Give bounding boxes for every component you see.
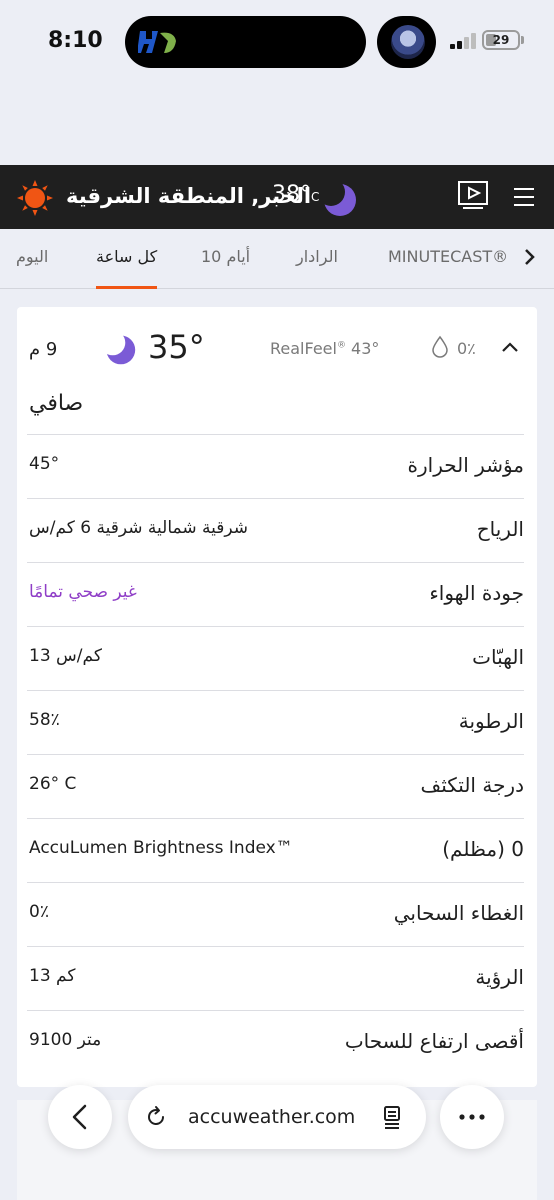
detail-row-cloud-ceiling: 9100 متر أقصى ارتفاع للسحاب (27, 1010, 524, 1073)
hour-temperature: 35° (148, 328, 205, 366)
raindrop-icon (432, 335, 448, 358)
detail-value: 0 (مظلم) (442, 837, 524, 861)
tab-today[interactable]: اليوم (16, 247, 48, 266)
chevron-right-icon[interactable] (522, 248, 536, 266)
accuweather-sun-icon[interactable] (16, 179, 54, 217)
reader-icon[interactable] (380, 1105, 404, 1129)
moon-icon (324, 184, 356, 216)
detail-value: الرؤية (475, 965, 524, 989)
detail-value: الرياح (476, 517, 524, 541)
detail-label: 9100 متر (29, 1030, 102, 1050)
detail-label: AccuLumen Brightness Index™ (29, 838, 293, 858)
detail-label: 58٪ (29, 710, 60, 730)
detail-value: الهبّات (472, 645, 524, 669)
avatar-icon (391, 25, 425, 59)
live-activity[interactable] (377, 16, 436, 68)
detail-label: 26° C (29, 774, 77, 794)
battery-tip (521, 36, 524, 44)
detail-row-cloud-cover: 0٪ الغطاء السحابي (27, 882, 524, 945)
realfeel: RealFeel® 43° (270, 339, 380, 358)
detail-row-dew-point: 26° C درجة التكثف (27, 754, 524, 817)
detail-label[interactable]: غير صحي تمامًا (29, 582, 137, 602)
detail-value: أقصى ارتفاع للسحاب (344, 1029, 524, 1053)
precipitation: 0٪ (457, 339, 476, 358)
detail-value: درجة التكثف (420, 773, 524, 797)
reload-icon[interactable] (144, 1105, 168, 1129)
more-icon (459, 1114, 485, 1120)
status-time: 8:10 (48, 28, 103, 53)
battery-level: 29 (492, 33, 510, 47)
hourly-card: 9 م 35° RealFeel® 43° 0٪ صافي 45° مؤشر ا… (17, 307, 537, 1087)
detail-label: 13 كم/س (29, 646, 102, 666)
back-button[interactable] (48, 1085, 112, 1149)
moon-icon (106, 335, 136, 365)
dynamic-island[interactable] (125, 16, 366, 68)
active-tab-indicator (96, 286, 157, 289)
tab-radar[interactable]: الرادار (296, 247, 338, 266)
header-temperature: 38°C (272, 182, 320, 207)
tab-minutecast[interactable]: MINUTECAST® (388, 247, 508, 266)
more-button[interactable] (440, 1085, 504, 1149)
url-text[interactable]: accuweather.com (188, 1106, 355, 1128)
detail-value: الغطاء السحابي (393, 901, 524, 925)
detail-row-brightness: AccuLumen Brightness Index™ 0 (مظلم) (27, 818, 524, 881)
status-bar: 8:10 29 (0, 0, 554, 90)
video-icon[interactable] (457, 180, 489, 210)
detail-value: الرطوبة (458, 709, 524, 733)
hour-label: 9 م (29, 339, 58, 360)
detail-row-humidity: 58٪ الرطوبة (27, 690, 524, 753)
back-icon (72, 1104, 87, 1130)
detail-value: مؤشر الحرارة (407, 453, 524, 477)
tab-10-days[interactable]: أيام 10 (201, 247, 250, 266)
weather-phrase: صافي (29, 391, 84, 416)
detail-row-wind: شرقية شمالية شرقية 6 كم/س الرياح (27, 498, 524, 561)
detail-label: 45° (29, 454, 60, 474)
battery-icon: 29 (482, 30, 520, 50)
detail-value: جودة الهواء (429, 581, 524, 605)
detail-row-air-quality[interactable]: غير صحي تمامًا جودة الهواء (27, 562, 524, 625)
detail-label: 0٪ (29, 902, 49, 922)
address-bar[interactable]: accuweather.com (128, 1085, 426, 1149)
tab-hourly[interactable]: كل ساعة (96, 247, 157, 266)
hilal-logo-icon (138, 31, 176, 53)
detail-label: شرقية شمالية شرقية 6 كم/س (29, 518, 249, 538)
detail-row-visibility: 13 كم الرؤية (27, 946, 524, 1009)
detail-row-heat-index: 45° مؤشر الحرارة (27, 434, 524, 497)
chevron-up-icon[interactable] (501, 341, 519, 353)
detail-row-gusts: 13 كم/س الهبّات (27, 626, 524, 689)
tab-bar: اليوم كل ساعة أيام 10 الرادار MINUTECAST… (0, 229, 554, 289)
menu-icon[interactable] (514, 188, 534, 206)
signal-icon (450, 33, 478, 49)
detail-label: 13 كم (29, 966, 76, 986)
